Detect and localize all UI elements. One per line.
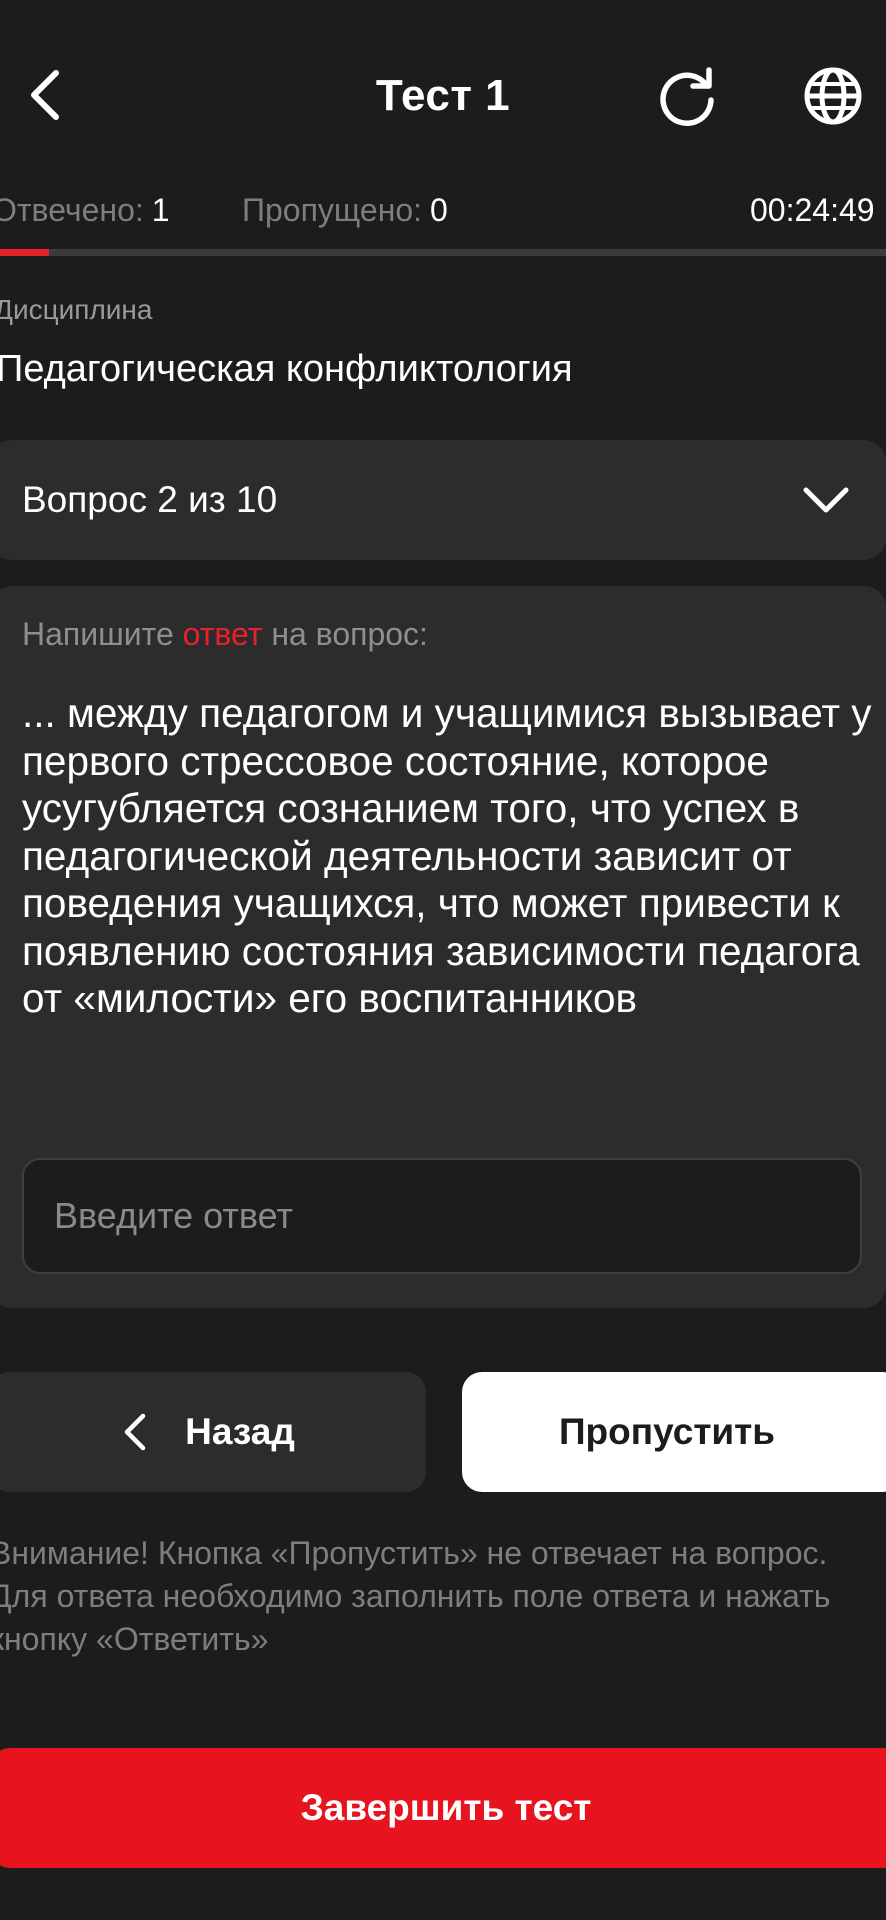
question-card: Напишите ответ на вопрос: ... между педа… [0,586,886,1308]
question-selector[interactable]: Вопрос 2 из 10 [0,440,886,560]
answered-count: 1 [151,192,170,228]
finish-test-button[interactable]: Завершить тест [0,1748,886,1868]
stats-row: Отвечено: 1 Пропущено: 0 00:24:49 [0,188,886,232]
back-button[interactable]: Назад [0,1372,426,1492]
back-button-label: Назад [185,1411,295,1452]
skipped-stat: Пропущено: 0 [242,188,448,232]
answer-input[interactable] [22,1158,862,1274]
progress-fill [0,249,49,256]
globe-icon[interactable] [801,64,865,128]
progress-bar [0,249,886,256]
chevron-down-icon [803,487,849,513]
timer: 00:24:49 [750,192,875,228]
finish-button-label: Завершить тест [300,1787,592,1828]
skip-button[interactable]: Пропустить [462,1372,886,1492]
header: Тест 1 [0,0,886,195]
question-instruction: Напишите ответ на вопрос: [22,616,428,653]
instruction-accent: ответ [182,616,263,652]
skipped-label: Пропущено: [242,192,423,228]
chevron-left-icon [124,1413,146,1451]
discipline-label: Дисциплина [0,294,153,325]
discipline-name: Педагогическая конфликтология [0,348,573,390]
refresh-icon[interactable] [655,64,719,128]
skip-warning: Внимание! Кнопка «Пропустить» не отвечае… [0,1535,831,1657]
question-text: ... между педагогом и учащимися вызывает… [22,690,872,1021]
skipped-count: 0 [430,192,448,228]
question-counter: Вопрос 2 из 10 [22,479,278,520]
instruction-suffix: на вопрос: [262,616,428,652]
answered-stat: Отвечено: 1 [0,188,170,232]
instruction-prefix: Напишите [22,616,183,652]
answered-label: Отвечено: [0,192,144,228]
page-title: Тест 1 [375,71,511,120]
test-screen: Тест 1 Отвечено: 1 Пропущено: 0 00:24:49 Д… [0,0,886,1920]
skip-button-label: Пропустить [558,1411,776,1452]
